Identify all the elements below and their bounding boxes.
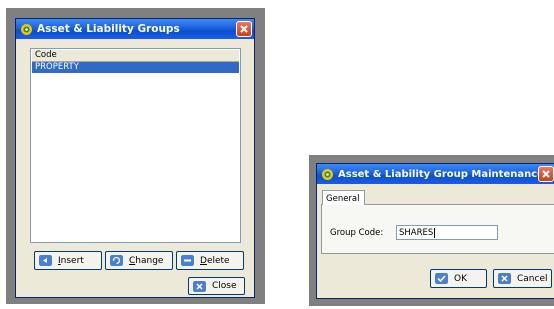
insert-arrow-icon [39,255,52,266]
cancel-x-icon [193,280,206,292]
groups-window: Asset & Liability Groups Code PROPERTY I… [15,18,255,298]
ok-label: OK [454,273,467,284]
tab-general-label: General [326,194,360,204]
insert-button[interactable]: Insert [34,251,102,270]
maintenance-titlebar[interactable]: Asset & Liability Group Maintenance [317,164,554,184]
groups-close-x-button[interactable] [236,21,252,37]
delete-icon [181,255,194,266]
change-button[interactable]: Change [105,251,173,270]
delete-label: Delete [200,255,230,266]
tab-general[interactable]: General [322,190,365,205]
cancel-button[interactable]: Cancel [493,269,552,288]
group-code-label: Group Code: [330,228,384,238]
maintenance-close-x-button[interactable] [538,166,554,182]
cancel-label: Cancel [517,273,548,284]
change-refresh-icon [110,255,123,266]
cancel-x-icon [498,273,511,284]
groups-window-title: Asset & Liability Groups [37,23,180,35]
group-code-field[interactable]: SHARES [396,225,498,240]
maintenance-window-title: Asset & Liability Group Maintenance [338,168,544,180]
delete-button[interactable]: Delete [176,251,244,270]
groups-titlebar[interactable]: Asset & Liability Groups [16,19,254,39]
app-gear-icon [21,23,32,35]
close-label: Close [212,281,237,291]
list-header-code[interactable]: Code [32,50,239,62]
change-label: Change [129,255,164,266]
insert-label: Insert [58,255,84,266]
list-item[interactable]: PROPERTY [32,62,239,73]
groups-list[interactable]: Code PROPERTY [30,48,241,243]
close-button[interactable]: Close [188,277,245,295]
close-x-icon [542,170,550,178]
ok-button[interactable]: OK [430,269,487,288]
app-gear-icon [322,168,333,180]
maintenance-window: Asset & Liability Group Maintenance Gene… [316,163,554,299]
group-code-value: SHARES [399,228,434,238]
close-x-icon [240,25,248,33]
ok-check-icon [435,273,448,284]
